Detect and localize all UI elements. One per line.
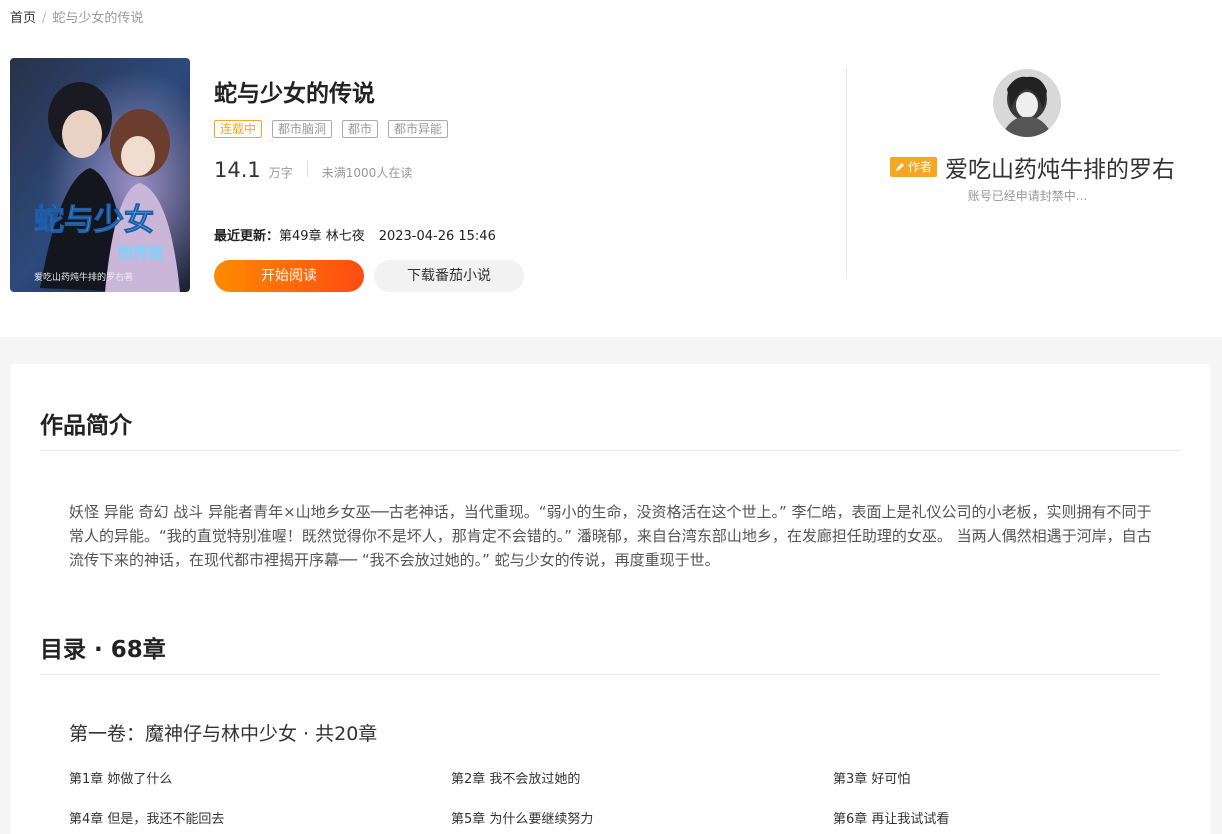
author-note: 账号已经申请封禁中...: [967, 189, 1088, 203]
book-title: 蛇与少女的传说: [214, 81, 375, 107]
toc-divider: [40, 674, 1160, 675]
status-badge: 连载中: [214, 120, 263, 138]
chapter-link[interactable]: 第6章 再让我试试看: [833, 808, 949, 827]
intro-divider: [40, 450, 1180, 451]
author-info: 作者 爱吃山药炖牛排的罗右: [890, 150, 1175, 184]
tag-item[interactable]: 都市异能: [388, 120, 449, 138]
author-badge-label: 作者: [908, 160, 933, 174]
book-stats: 14.1 万字 未满1000人在读: [214, 158, 412, 182]
author-badge: 作者: [890, 157, 938, 177]
book-detail-card: 作品简介 妖怪 异能 奇幻 战斗 异能者青年×山地乡女巫──古老神话，当代重现。…: [10, 364, 1210, 834]
cover-subtitle-art: 的传说: [118, 244, 163, 262]
stats-divider: [306, 161, 308, 177]
chapter-link[interactable]: 第1章 妳做了什么: [69, 768, 172, 787]
breadcrumb-separator: /: [42, 11, 47, 26]
pen-icon: [896, 163, 904, 171]
cover-title-art: 蛇与少女: [34, 203, 154, 238]
toc-heading: 目录 · 68章: [40, 637, 166, 663]
volume-title: 第一卷：魔神仔与林中少女 · 共20章: [69, 723, 378, 745]
book-header: 首页 / 蛇与少女的传说 蛇与少女 的传说 爱吃山药炖牛排的罗右著 蛇与少女的传…: [0, 0, 1222, 337]
intro-heading: 作品简介: [40, 413, 132, 439]
tag-item[interactable]: 都市: [342, 120, 379, 138]
author-name[interactable]: 爱吃山药炖牛排的罗右: [945, 150, 1175, 184]
breadcrumb: 首页 / 蛇与少女的传说: [10, 7, 143, 26]
chapter-link[interactable]: 第3章 好可怕: [833, 768, 910, 787]
reader-count: 未满1000人在读: [321, 166, 413, 180]
start-reading-button[interactable]: 开始阅读: [214, 260, 364, 292]
update-chapter-link[interactable]: 第49章 林七夜: [279, 229, 365, 244]
update-label: 最近更新：: [214, 229, 280, 244]
chapter-link[interactable]: 第4章 但是，我还不能回去: [69, 808, 224, 827]
book-cover[interactable]: 蛇与少女 的传说 爱吃山药炖牛排的罗右著: [10, 58, 190, 292]
update-time: 2023-04-26 15:46: [378, 229, 496, 244]
book-cover-art: 蛇与少女 的传说 爱吃山药炖牛排的罗右著: [10, 58, 190, 292]
word-count: 14.1: [214, 158, 261, 182]
author-avatar[interactable]: [993, 69, 1061, 137]
latest-update: 最近更新：第49章 林七夜 2023-04-26 15:46: [214, 225, 496, 244]
tag-list: 连载中 都市脑洞 都市 都市异能: [214, 120, 449, 138]
chapter-link[interactable]: 第2章 我不会放过她的: [451, 768, 580, 787]
breadcrumb-current: 蛇与少女的传说: [52, 11, 144, 26]
tag-item[interactable]: 都市脑洞: [272, 120, 333, 138]
intro-text: 妖怪 异能 奇幻 战斗 异能者青年×山地乡女巫──古老神话，当代重现。“弱小的生…: [69, 503, 1152, 569]
breadcrumb-home-link[interactable]: 首页: [10, 11, 36, 26]
cover-author-art: 爱吃山药炖牛排的罗右著: [34, 271, 133, 283]
word-count-unit: 万字: [268, 166, 293, 180]
download-app-button[interactable]: 下载番茄小说: [374, 260, 524, 292]
chapter-link[interactable]: 第5章 为什么要继续努力: [451, 808, 593, 827]
header-divider: [846, 68, 847, 278]
author-avatar-image: [993, 69, 1061, 137]
